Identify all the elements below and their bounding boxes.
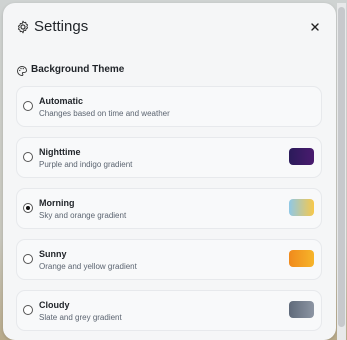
option-name: Automatic: [39, 96, 84, 106]
theme-option-cloudy[interactable]: Cloudy Slate and grey gradient: [16, 290, 322, 331]
radio-button[interactable]: [23, 203, 33, 213]
radio-button[interactable]: [23, 254, 33, 264]
theme-options-list: Automatic Changes based on time and weat…: [16, 86, 322, 340]
option-name: Morning: [39, 198, 75, 208]
close-icon[interactable]: [308, 20, 322, 34]
theme-option-nighttime[interactable]: Nighttime Purple and indigo gradient: [16, 137, 322, 178]
color-swatch: [289, 148, 314, 165]
gear-icon: [17, 20, 29, 34]
palette-icon: [17, 66, 27, 76]
scrollbar[interactable]: [337, 3, 346, 340]
section-title: Background Theme: [31, 64, 125, 75]
radio-button[interactable]: [23, 101, 33, 111]
color-swatch: [289, 250, 314, 267]
page-title: Settings: [34, 18, 89, 35]
radio-button[interactable]: [23, 305, 33, 315]
option-description: Sky and orange gradient: [39, 211, 127, 220]
color-swatch: [289, 199, 314, 216]
scrollbar-thumb[interactable]: [338, 7, 345, 327]
option-description: Slate and grey gradient: [39, 313, 122, 322]
settings-header: Settings: [3, 3, 336, 53]
theme-option-automatic[interactable]: Automatic Changes based on time and weat…: [16, 86, 322, 127]
theme-option-morning[interactable]: Morning Sky and orange gradient: [16, 188, 322, 229]
color-swatch: [289, 301, 314, 318]
option-description: Changes based on time and weather: [39, 109, 170, 118]
option-name: Cloudy: [39, 300, 70, 310]
option-name: Sunny: [39, 249, 67, 259]
option-description: Purple and indigo gradient: [39, 160, 133, 169]
radio-button[interactable]: [23, 152, 33, 162]
option-description: Orange and yellow gradient: [39, 262, 137, 271]
option-name: Nighttime: [39, 147, 81, 157]
theme-option-sunny[interactable]: Sunny Orange and yellow gradient: [16, 239, 322, 280]
settings-panel: Settings Background Theme Automatic Chan…: [3, 3, 336, 340]
